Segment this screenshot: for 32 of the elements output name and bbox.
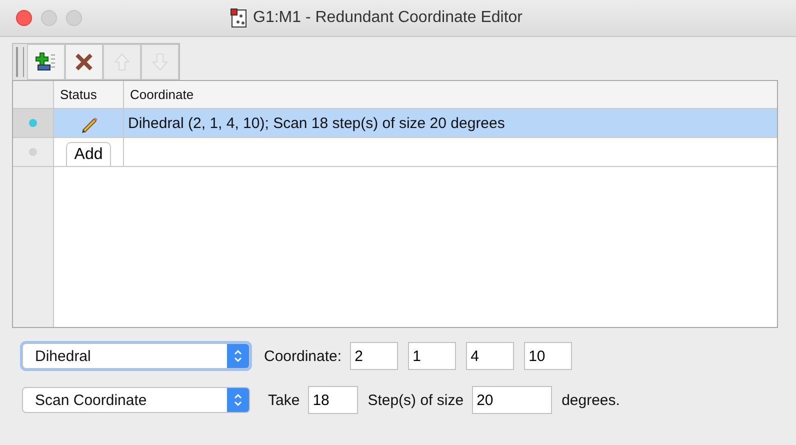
step-size-field[interactable]: 20 [472, 386, 552, 414]
add-button[interactable]: Add [66, 142, 111, 166]
close-button[interactable] [16, 10, 32, 26]
atom-index-field[interactable]: 2 [350, 342, 398, 370]
document-icon [230, 8, 248, 28]
take-label: Take [268, 392, 300, 408]
column-header[interactable]: Status [54, 81, 124, 108]
add-row-icon [35, 52, 57, 72]
row-indicator-icon [29, 119, 37, 127]
minimize-button[interactable] [41, 10, 57, 26]
add-button[interactable] [27, 44, 65, 80]
updown-chevron-icon [227, 388, 249, 412]
step-size-label: Step(s) of size [368, 392, 464, 408]
column-header[interactable]: Coordinate [124, 81, 777, 108]
delete-button[interactable] [65, 44, 103, 80]
coordinate-type-select[interactable]: Dihedral [22, 343, 250, 369]
coordinate-label: Coordinate: [264, 348, 342, 364]
zoom-button[interactable] [66, 10, 82, 26]
updown-chevron-icon [227, 344, 249, 368]
toolbar-grip[interactable] [16, 47, 24, 77]
steps-field[interactable]: 18 [308, 386, 358, 414]
window-title: G1:M1 - Redundant Coordinate Editor [253, 9, 522, 27]
row-header[interactable] [13, 138, 54, 166]
atom-index-field[interactable]: 10 [524, 342, 572, 370]
atom-index-field[interactable]: 1 [408, 342, 456, 370]
table-cell[interactable]: Dihedral (2, 1, 4, 10); Scan 18 step(s) of size 20 degrees [124, 109, 777, 137]
scan-type-select[interactable]: Scan Coordinate [22, 387, 250, 413]
atom-index-field[interactable]: 4 [466, 342, 514, 370]
delete-x-icon [74, 52, 94, 72]
row-indicator-icon [29, 148, 37, 156]
units-label: degrees. [562, 392, 620, 408]
row-header[interactable] [13, 109, 54, 137]
